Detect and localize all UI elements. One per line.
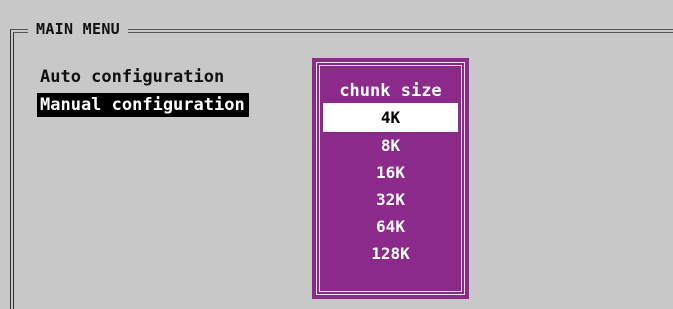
chunk-option-128k[interactable]: 128K	[323, 241, 458, 267]
main-menu-title: MAIN MENU	[28, 19, 128, 39]
chunk-size-options: 4K 8K 16K 32K 64K 128K	[323, 103, 458, 268]
chunk-option-8k[interactable]: 8K	[323, 133, 458, 159]
menu-item-manual-configuration[interactable]: Manual configuration	[37, 93, 249, 117]
chunk-option-32k[interactable]: 32K	[323, 187, 458, 213]
chunk-size-title: chunk size	[339, 81, 442, 101]
chunk-size-popup: chunk size 4K 8K 16K 32K 64K 128K	[312, 58, 469, 299]
chunk-option-16k[interactable]: 16K	[323, 160, 458, 186]
bios-raid-screen: MAIN MENU Auto configuration Manual conf…	[0, 0, 673, 309]
menu-item-auto-configuration[interactable]: Auto configuration	[38, 66, 226, 88]
chunk-option-64k[interactable]: 64K	[323, 214, 458, 240]
chunk-option-4k[interactable]: 4K	[323, 103, 458, 132]
